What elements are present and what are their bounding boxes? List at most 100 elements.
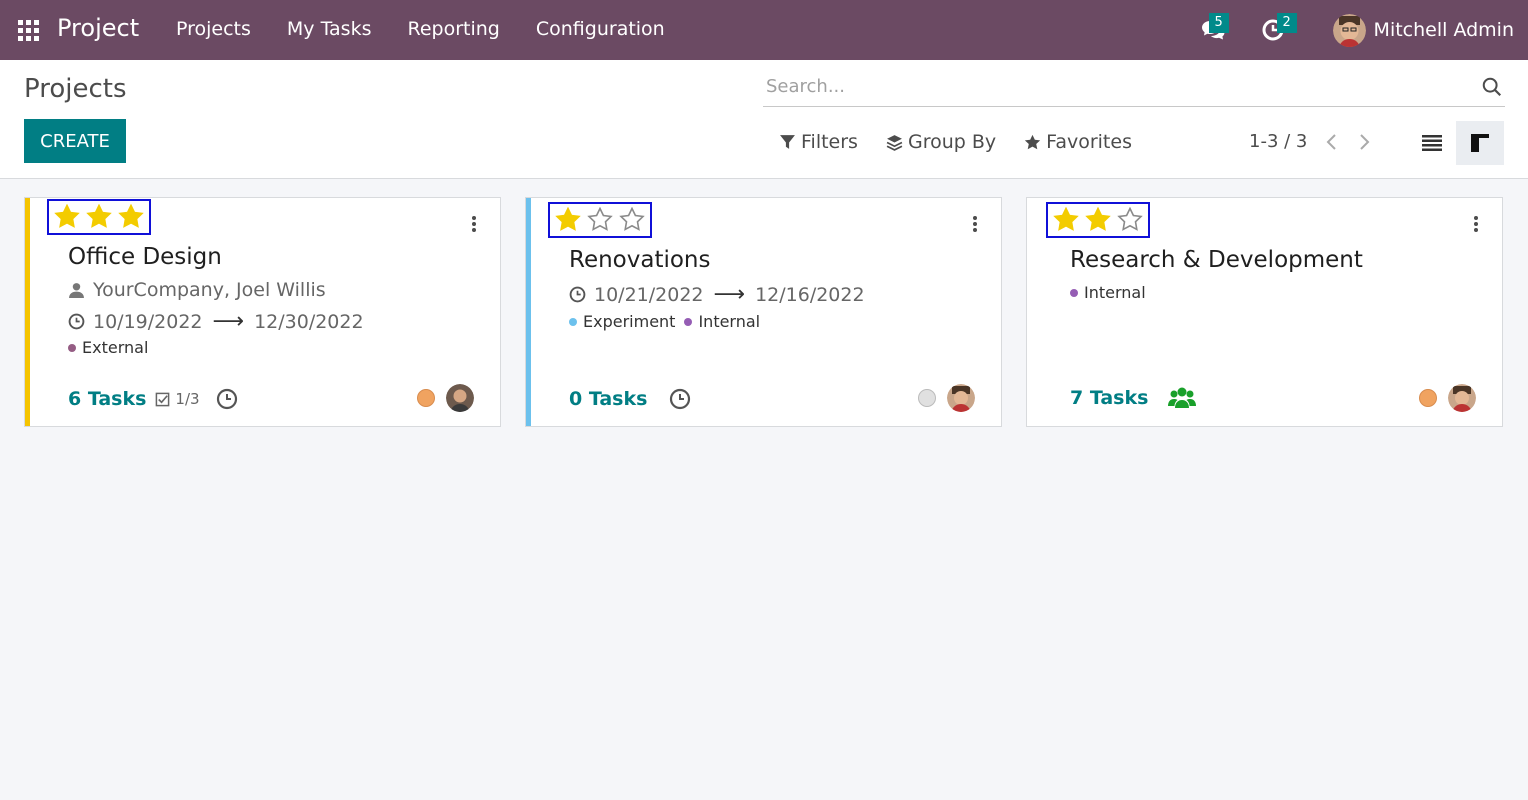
search-options: Filters Group By Favorites: [779, 131, 1160, 153]
tag-color-dot: [684, 317, 693, 326]
star-empty-icon[interactable]: [1117, 207, 1143, 233]
menu-item-my-tasks[interactable]: My Tasks: [287, 18, 372, 40]
project-name: Research & Development: [1070, 247, 1363, 273]
tag-label: Experiment: [583, 312, 676, 331]
app-name[interactable]: Project: [57, 14, 139, 42]
layers-icon: [886, 134, 903, 151]
activity-clock-icon[interactable]: [669, 388, 691, 410]
systray: 5 2 Mitchell Admin: [1183, 0, 1528, 60]
search-bar: [763, 68, 1505, 107]
arrow-right-icon: ⟶: [713, 282, 746, 307]
project-tags: Internal: [1070, 283, 1155, 302]
star-filled-icon[interactable]: [1053, 207, 1079, 233]
tag-external: External: [68, 338, 148, 357]
menu-item-configuration[interactable]: Configuration: [536, 18, 665, 40]
tag-internal: Internal: [1070, 283, 1146, 302]
tag-label: External: [82, 338, 149, 357]
filter-icon: [780, 134, 795, 149]
project-card[interactable]: Research & Development Internal 7 Tasks: [1026, 197, 1503, 427]
favorites-label: Favorites: [1046, 131, 1132, 153]
priority-stars: [548, 202, 652, 238]
tasks-link[interactable]: 7 Tasks: [1070, 387, 1148, 409]
create-button[interactable]: CREATE: [24, 119, 126, 163]
star-icon: [1024, 134, 1041, 149]
tasks-link[interactable]: 6 Tasks: [68, 388, 146, 410]
tag-color-dot: [569, 317, 577, 326]
activity-clock-icon[interactable]: [216, 388, 238, 410]
star-filled-icon[interactable]: [54, 204, 80, 230]
milestones-counter: 1/3: [155, 390, 200, 408]
date-end: 12/16/2022: [755, 283, 865, 306]
filters-label: Filters: [801, 131, 858, 153]
star-empty-icon[interactable]: [619, 207, 645, 233]
messages-count-badge: 5: [1208, 13, 1229, 33]
search-input[interactable]: [763, 68, 1463, 104]
tag-internal: Internal: [684, 312, 760, 331]
project-manager-avatar[interactable]: [446, 384, 474, 412]
star-filled-icon[interactable]: [118, 204, 144, 230]
priority-stars: [1046, 202, 1150, 238]
users-icon[interactable]: [1168, 386, 1197, 410]
group-by-label: Group By: [907, 131, 997, 153]
star-filled-icon[interactable]: [86, 204, 112, 230]
user-avatar: [1332, 13, 1366, 47]
card-footer: 6 Tasks 1/3: [68, 388, 238, 410]
user-name: Mitchell Admin: [1373, 19, 1514, 41]
search-icon[interactable]: [1481, 76, 1503, 98]
star-filled-icon[interactable]: [555, 207, 581, 233]
list-icon: [1422, 135, 1442, 151]
favorites-button[interactable]: Favorites: [1024, 131, 1132, 153]
project-dates: 10/21/2022 ⟶ 12/16/2022: [569, 282, 865, 307]
project-color-bar: [526, 198, 531, 426]
menu-item-projects[interactable]: Projects: [176, 18, 251, 40]
messages-button[interactable]: 5: [1183, 0, 1243, 60]
card-footer: 7 Tasks: [1070, 386, 1197, 410]
chevron-left-icon[interactable]: [1325, 133, 1339, 151]
tag-color-dot: [68, 343, 76, 352]
menu-item-reporting[interactable]: Reporting: [408, 18, 500, 40]
project-tags: External: [68, 338, 157, 357]
tag-experiment: Experiment: [569, 312, 675, 331]
clock-icon: [569, 286, 586, 303]
project-tags: Experiment Internal: [569, 312, 769, 331]
kanban-icon: [1471, 134, 1489, 152]
group-by-button[interactable]: Group By: [886, 131, 996, 153]
project-card[interactable]: Office Design YourCompany, Joel Willis 1…: [24, 197, 501, 427]
user-icon: [69, 282, 84, 298]
tag-color-dot: [1070, 288, 1078, 297]
kanban-view-button[interactable]: [1456, 121, 1504, 165]
star-empty-icon[interactable]: [587, 207, 613, 233]
status-indicator[interactable]: [918, 389, 936, 407]
activities-count-badge: 2: [1276, 13, 1297, 33]
customer-name: YourCompany, Joel Willis: [93, 279, 326, 301]
project-card[interactable]: Renovations 10/21/2022 ⟶ 12/16/2022 Expe…: [525, 197, 1002, 427]
card-menu-button[interactable]: [470, 214, 478, 234]
tag-label: Internal: [698, 312, 761, 331]
activities-button[interactable]: 2: [1243, 0, 1303, 60]
project-dates: 10/19/2022 ⟶ 12/30/2022: [68, 309, 364, 334]
card-footer: 0 Tasks: [569, 388, 691, 410]
status-indicator[interactable]: [417, 389, 435, 407]
apps-menu-icon[interactable]: [18, 20, 39, 41]
main-menu: Projects My Tasks Reporting Configuratio…: [176, 18, 701, 40]
filters-button[interactable]: Filters: [779, 131, 858, 153]
chevron-right-icon[interactable]: [1357, 133, 1371, 151]
card-menu-button[interactable]: [971, 214, 979, 234]
clock-icon: [68, 313, 85, 330]
tasks-link[interactable]: 0 Tasks: [569, 388, 647, 410]
user-menu[interactable]: Mitchell Admin: [1332, 13, 1528, 47]
card-menu-button[interactable]: [1472, 214, 1480, 234]
project-customer: YourCompany, Joel Willis: [68, 279, 326, 301]
project-manager-avatar[interactable]: [947, 384, 975, 412]
project-name: Renovations: [569, 247, 711, 273]
priority-stars: [47, 199, 151, 235]
list-view-button[interactable]: [1408, 121, 1456, 165]
project-manager-avatar[interactable]: [1448, 384, 1476, 412]
project-name: Office Design: [68, 244, 222, 270]
star-filled-icon[interactable]: [1085, 207, 1111, 233]
control-panel: Projects CREATE Filters Group By Favorit…: [0, 60, 1528, 179]
status-indicator[interactable]: [1419, 389, 1437, 407]
card-footer-right: [417, 384, 474, 412]
pager-value[interactable]: 1-3 / 3: [1249, 131, 1307, 152]
card-footer-right: [1419, 384, 1476, 412]
